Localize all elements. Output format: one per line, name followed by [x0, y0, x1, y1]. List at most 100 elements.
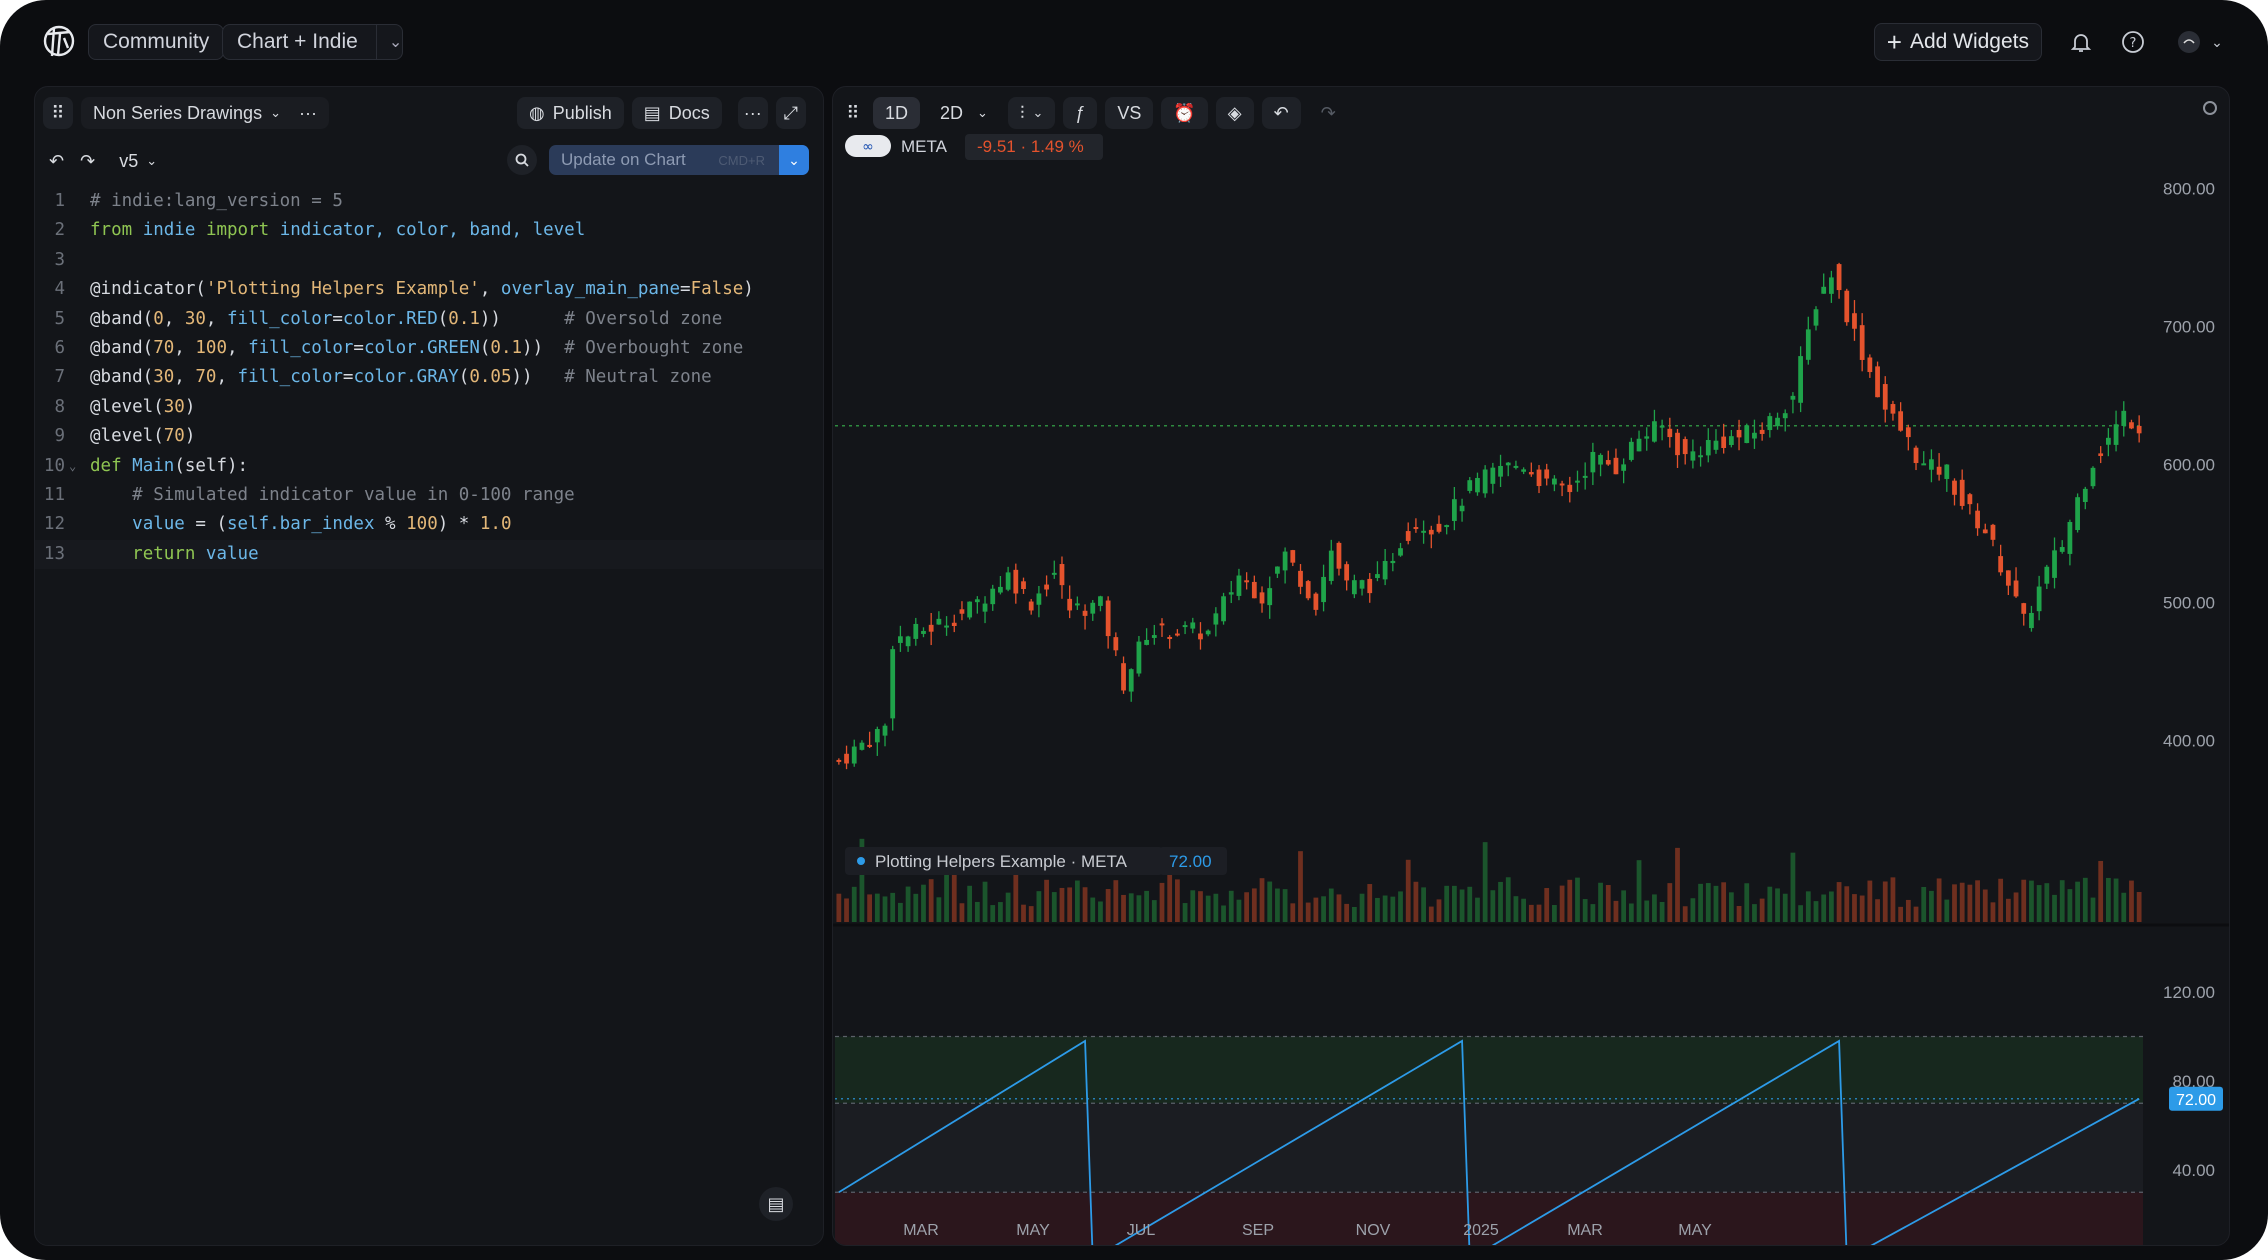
workspace-label: Chart + Indie — [237, 30, 358, 53]
code-line[interactable]: 9 @level(70) — [35, 422, 823, 451]
code-line[interactable]: 8 @level(30) — [35, 393, 823, 422]
code-line[interactable]: 4 @indicator('Plotting Helpers Example', … — [35, 275, 823, 304]
volume-bar — [1882, 881, 1888, 922]
volume-bar — [998, 902, 1003, 922]
chevron-down-icon: ⌄ — [146, 153, 158, 168]
console-icon[interactable]: ▤ — [759, 1187, 793, 1221]
code-line[interactable]: 5 @band(0, 30, fill_color=color.RED(0.1))… — [35, 305, 823, 334]
code-line[interactable]: 12 value = (self.bar_index % 100) * 1.0 — [35, 510, 823, 539]
help-icon[interactable]: ? — [2120, 29, 2146, 55]
volume-bar — [1559, 885, 1565, 922]
volume-bar — [1228, 890, 1234, 922]
volume-bar — [1852, 894, 1857, 922]
redo-icon[interactable]: ↷ — [76, 145, 99, 177]
drag-handle-icon[interactable]: ⠿ — [43, 97, 73, 129]
svg-text:?: ? — [2130, 36, 2137, 51]
volume-bar — [1598, 882, 1603, 922]
top-bar: Community Chart + Indie ⌄ + Add Widgets … — [0, 0, 2268, 84]
workspace-selector[interactable]: Chart + Indie ⌄ — [222, 24, 404, 60]
volume-bar — [1005, 892, 1011, 922]
publish-button[interactable]: ◍ Publish — [517, 97, 624, 129]
version-selector[interactable]: v5 ⌄ — [107, 145, 169, 177]
update-on-chart-button[interactable]: Update on Chart CMD+R ⌄ — [549, 145, 809, 175]
volume-bar — [2021, 879, 2027, 922]
line-number: 10 — [43, 455, 65, 476]
candle-body — [1105, 600, 1111, 637]
time-axis-label: MAY — [1678, 1222, 1712, 1239]
bell-icon[interactable] — [2068, 29, 2094, 55]
more-icon[interactable]: ··· — [299, 103, 317, 124]
candle-body — [1013, 569, 1019, 594]
volume-bar — [1521, 898, 1527, 922]
volume-bar — [1967, 884, 1973, 922]
code-line[interactable]: 6 @band(70, 100, fill_color=color.GREEN(0… — [35, 334, 823, 363]
volume-bar — [1998, 878, 2004, 922]
candle-body — [1344, 564, 1350, 581]
community-label: Community — [103, 30, 210, 53]
candle-body — [1336, 542, 1342, 569]
candle-body — [1121, 663, 1126, 691]
volume-bar — [1390, 896, 1396, 922]
candle-body — [1428, 529, 1434, 535]
code-text: value = (self.bar_index % 100) * 1.0 — [132, 514, 512, 535]
volume-bar — [1098, 901, 1103, 922]
chart-canvas[interactable]: 800.00 700.00 600.00 500.00 400.00 ∞ META -9.51… — [833, 87, 2229, 1245]
chevron-down-icon[interactable]: ⌄ — [375, 25, 402, 59]
candle-body — [1128, 669, 1134, 692]
candle-body — [1413, 527, 1419, 530]
time-axis-label: SEP — [1242, 1222, 1274, 1239]
indicator-name[interactable]: Plotting Helpers Example · META — [875, 852, 1128, 871]
drawings-menu[interactable]: Non Series Drawings ⌄ ··· — [81, 97, 329, 129]
community-button[interactable]: Community — [88, 24, 225, 60]
code-line[interactable]: 7 @band(30, 70, fill_color=color.GRAY(0.0… — [35, 363, 823, 392]
price-axis-label: 700.00 — [2163, 317, 2215, 336]
candle-body — [1867, 357, 1873, 373]
update-shortcut: CMD+R — [718, 152, 765, 168]
avatar-menu[interactable]: ⌄ — [2172, 29, 2228, 55]
candle-body — [1136, 641, 1142, 674]
drawings-menu-label: Non Series Drawings — [93, 102, 263, 123]
volume-bar — [882, 896, 888, 922]
candle-body — [2052, 550, 2057, 578]
volume-bar — [2013, 892, 2019, 922]
code-line[interactable]: 3 — [35, 246, 823, 275]
code-text: @level(70) — [90, 426, 196, 447]
line-number: 7 — [54, 367, 65, 388]
code-line[interactable]: 2 from indie import indicator, color, ban… — [35, 216, 823, 245]
candle-body — [1605, 460, 1611, 465]
docs-button[interactable]: ▤ Docs — [631, 97, 722, 129]
code-line[interactable]: 13 return value — [35, 539, 823, 570]
code-text: @band(70, 100, fill_color=color.GREEN(0.… — [90, 337, 744, 358]
volume-bar — [1767, 886, 1773, 922]
volume-bar — [1367, 884, 1373, 922]
code-line[interactable]: 1 # indie:lang_version = 5 — [35, 187, 823, 216]
candle-body — [982, 603, 988, 612]
candle-body — [2129, 422, 2134, 429]
volume-bar — [2082, 877, 2088, 922]
candle-body — [1921, 463, 1927, 466]
volume-bar — [1936, 878, 1942, 922]
candle-body — [1367, 578, 1373, 594]
candle-body — [1459, 505, 1465, 512]
update-label: Update on Chart — [561, 150, 686, 169]
chevron-down-icon[interactable]: ⌄ — [779, 145, 809, 175]
code-line[interactable]: 11 # Simulated indicator value in 0-100 … — [35, 481, 823, 510]
more-icon[interactable]: ··· — [737, 97, 768, 129]
add-widgets-button[interactable]: + Add Widgets — [1873, 23, 2042, 61]
expand-icon[interactable]: ⤢ — [775, 97, 806, 129]
code-line[interactable]: 10 def Main(self): ⌄ — [35, 452, 823, 481]
app-logo-icon[interactable] — [40, 22, 78, 60]
line-number: 11 — [43, 484, 65, 505]
indicator-axis-label: 40.00 — [2172, 1161, 2215, 1180]
candle-body — [1051, 572, 1057, 575]
fold-icon[interactable]: ⌄ — [69, 452, 76, 481]
volume-bar — [1175, 879, 1180, 922]
code-area[interactable]: 1 # indie:lang_version = 5 2 from indie imp… — [35, 187, 823, 570]
candle-body — [1021, 581, 1026, 590]
volume-bar — [1074, 880, 1080, 922]
volume-bar — [1159, 882, 1165, 922]
candle-body — [1359, 580, 1365, 589]
search-icon[interactable] — [507, 145, 537, 175]
undo-icon[interactable]: ↶ — [45, 145, 68, 177]
candle-body — [1513, 465, 1519, 468]
